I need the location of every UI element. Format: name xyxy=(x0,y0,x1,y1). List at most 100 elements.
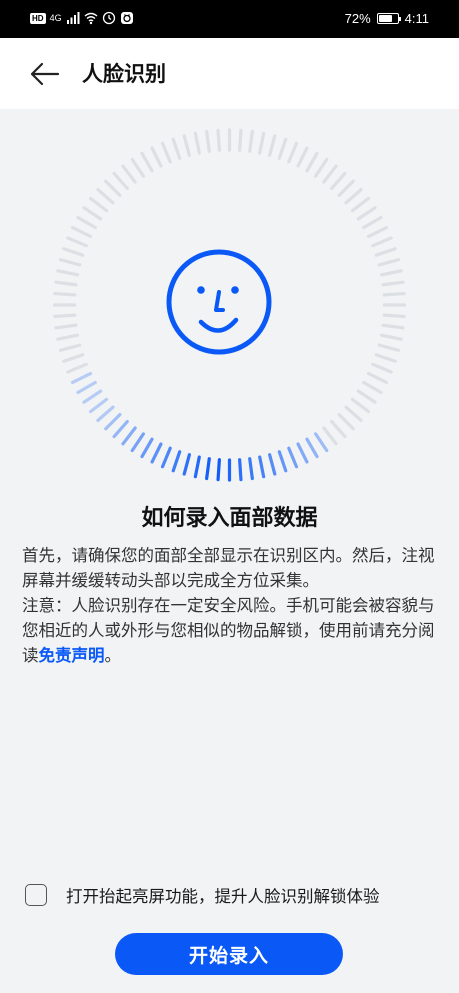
scan-tick xyxy=(366,371,389,385)
scan-tick xyxy=(182,453,191,476)
back-button[interactable] xyxy=(28,60,62,88)
scan-tick xyxy=(305,151,319,173)
scan-tick xyxy=(258,131,266,155)
scan-tick xyxy=(112,419,129,439)
scan-tick xyxy=(82,389,103,404)
scan-tick xyxy=(205,129,211,153)
app-header: 人脸识别 xyxy=(0,38,459,109)
scan-tick xyxy=(70,225,93,239)
scan-tick xyxy=(53,291,77,297)
scan-tick xyxy=(356,389,377,404)
raise-to-wake-checkbox[interactable] xyxy=(25,884,47,906)
raise-to-wake-option[interactable]: 打开抬起亮屏功能，提升人脸识别解锁体验 xyxy=(25,883,380,907)
scan-tick xyxy=(104,179,122,197)
scan-tick xyxy=(337,413,355,431)
raise-to-wake-label: 打开抬起亮屏功能，提升人脸识别解锁体验 xyxy=(66,887,380,906)
scan-tick xyxy=(277,450,288,473)
section-title: 如何录入面部数据 xyxy=(141,506,318,531)
scan-tick xyxy=(374,247,397,257)
scan-tick xyxy=(121,426,137,446)
scan-tick xyxy=(62,353,85,363)
scan-tick xyxy=(205,457,211,481)
scan-tick xyxy=(377,343,401,352)
scan-tick xyxy=(287,141,299,164)
scan-tick xyxy=(140,151,154,173)
scan-tick xyxy=(268,453,277,476)
scan-tick xyxy=(193,455,201,479)
scan-tick xyxy=(248,457,254,481)
status-left: HD 4G xyxy=(30,11,134,25)
scan-tick xyxy=(238,128,243,152)
data-saver-icon xyxy=(102,11,115,25)
scan-tick xyxy=(287,446,299,469)
scan-tick xyxy=(277,137,288,160)
scan-tick xyxy=(70,371,93,385)
instruction-text: 首先，请确保您的面部全部显示在识别区内。然后，注视屏幕并缓缓转动头部以完成全方位… xyxy=(22,546,435,590)
scan-tick xyxy=(377,258,401,267)
scan-tick xyxy=(344,188,363,205)
scan-tick xyxy=(58,343,82,352)
scan-tick xyxy=(76,380,97,395)
scan-tick xyxy=(160,141,172,164)
scan-tick xyxy=(330,419,347,439)
scan-tick xyxy=(56,269,80,277)
scan-tick xyxy=(89,397,109,414)
scan-tick xyxy=(362,380,383,395)
scan-tick xyxy=(337,179,355,197)
scan-progress-ring xyxy=(52,128,407,482)
scan-tick xyxy=(130,432,145,453)
scan-tick xyxy=(66,362,88,374)
scan-tick xyxy=(371,236,393,248)
scan-tick xyxy=(216,458,221,482)
scan-tick xyxy=(54,323,78,330)
scan-tick xyxy=(314,157,329,178)
scan-tick xyxy=(374,353,397,363)
scan-tick xyxy=(150,442,163,464)
status-right: 72% 4:11 xyxy=(345,11,429,26)
scan-tick xyxy=(248,129,254,153)
scan-tick xyxy=(54,280,78,287)
scan-tick xyxy=(216,128,221,152)
scan-tick xyxy=(160,446,172,469)
disclaimer-link[interactable]: 免责声明 xyxy=(39,646,105,665)
scan-tick xyxy=(268,134,277,157)
scan-tick xyxy=(121,164,137,184)
scan-tick xyxy=(344,405,363,422)
scan-tick xyxy=(53,313,77,319)
scan-tick xyxy=(96,405,115,422)
scan-tick xyxy=(66,236,88,248)
signal-icon xyxy=(66,12,80,24)
scan-tick xyxy=(296,442,309,464)
page-title: 人脸识别 xyxy=(82,62,166,86)
scan-tick xyxy=(58,258,82,267)
scan-tick xyxy=(382,291,406,297)
scan-tick xyxy=(379,333,403,341)
app-notification-icon xyxy=(120,12,133,24)
start-enroll-button[interactable]: 开始录入 xyxy=(115,933,343,975)
scan-tick xyxy=(112,171,129,191)
scan-tick xyxy=(104,413,122,431)
scan-tick xyxy=(76,215,97,230)
scan-tick xyxy=(314,432,329,453)
face-scan-area xyxy=(0,109,459,499)
notice-suffix: 。 xyxy=(104,646,122,665)
scan-tick xyxy=(150,146,163,168)
scan-tick xyxy=(193,131,201,155)
clock: 4:11 xyxy=(404,11,429,26)
scan-tick xyxy=(238,458,243,482)
smiley-face-icon xyxy=(166,249,272,355)
scan-tick xyxy=(305,437,319,459)
battery-icon xyxy=(376,13,401,24)
scan-tick xyxy=(379,269,403,277)
status-bar: HD 4G 72% 4:11 xyxy=(0,0,459,38)
arrow-left-icon xyxy=(30,62,60,86)
scan-tick xyxy=(381,323,405,330)
instructions: 首先，请确保您的面部全部显示在识别区内。然后，注视屏幕并缓缓转动头部以完成全方位… xyxy=(22,543,440,668)
scan-tick xyxy=(350,397,370,414)
scan-tick xyxy=(382,313,406,319)
scan-tick xyxy=(322,164,338,184)
scan-tick xyxy=(171,137,182,160)
wifi-icon xyxy=(84,12,98,25)
scan-tick xyxy=(356,206,377,221)
scan-tick xyxy=(366,225,389,239)
